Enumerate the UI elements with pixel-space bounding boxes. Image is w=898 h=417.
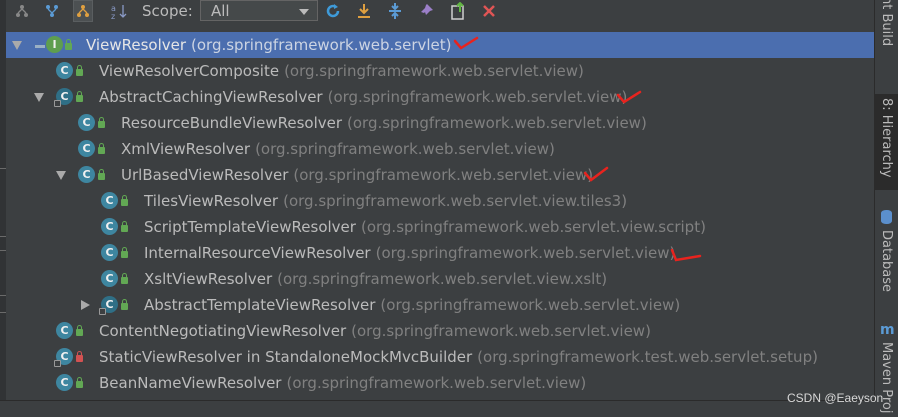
hierarchy-tree: I ViewResolver (org.springframework.web.s… [6,32,874,400]
tree-row-internalresourceviewresolver[interactable]: C InternalResourceViewResolver (org.sprin… [6,240,874,266]
open-in-new-tab-icon[interactable] [448,0,468,22]
close-icon[interactable] [479,0,499,22]
svg-text:z: z [111,12,115,19]
tree-row-tilesviewresolver[interactable]: C TilesViewResolver (org.springframework.… [6,188,874,214]
class-icon: C [56,322,73,339]
export-icon[interactable] [354,0,374,22]
public-access-icon [98,117,105,128]
tree-row-label: ViewResolver (org.springframework.web.ser… [86,36,452,54]
abstract-class-icon: C [99,296,118,315]
sort-alphabetically-icon[interactable]: az [109,0,129,22]
public-access-icon [121,195,128,206]
tree-row-label: InternalResourceViewResolver (org.springf… [144,244,676,262]
static-class-icon: C [54,348,73,367]
public-access-icon [76,325,83,336]
expand-arrow-icon[interactable] [34,93,44,102]
tree-row-xsltviewresolver[interactable]: C XsltViewResolver (org.springframework.w… [6,266,874,292]
tree-row-label: TilesViewResolver (org.springframework.we… [144,192,628,210]
refresh-icon[interactable] [323,0,343,22]
red-checkmark-annotation [583,166,609,182]
class-icon: C [56,62,73,79]
class-icon: C [101,192,118,209]
subtypes-hierarchy-icon[interactable] [73,0,93,22]
public-access-icon [121,299,128,310]
class-icon: C [101,270,118,287]
supertypes-hierarchy-icon[interactable] [12,0,32,22]
public-access-icon [65,39,72,50]
tree-row-label: BeanNameViewResolver (org.springframework… [99,374,587,392]
tree-row-label: StaticViewResolver in StandaloneMockMvcB… [99,348,818,366]
tree-row-label: AbstractCachingViewResolver (org.springfr… [99,88,628,106]
private-access-icon [76,351,83,362]
public-access-icon [98,169,105,180]
hierarchy-toolbar: az Scope: All [6,0,874,23]
class-icon: C [78,140,95,157]
tree-row-label: XmlViewResolver (org.springframework.web.… [121,140,555,158]
right-tool-window-bar: nt Build 8: Hierarchy Database m Maven P… [874,0,898,416]
public-access-icon [76,377,83,388]
public-access-icon [121,247,128,258]
expand-arrow-icon[interactable] [56,171,66,180]
expand-arrow-icon[interactable] [12,41,22,50]
scope-label: Scope: [142,2,193,20]
scope-select[interactable]: All [200,0,318,21]
tree-row-label: XsltViewResolver (org.springframework.web… [144,270,608,288]
tool-window-database[interactable]: Database [879,230,894,292]
abstract-class-icon: C [54,88,73,107]
class-icon: C [101,218,118,235]
tree-row-viewresolver[interactable]: I ViewResolver (org.springframework.web.s… [6,32,874,58]
tree-row-label: ViewResolverComposite (org.springframewor… [99,62,584,80]
maven-icon: m [880,322,895,338]
expand-all-icon[interactable] [385,0,405,22]
tree-row-abstracttemplateviewresolver[interactable]: C AbstractTemplateViewResolver (org.sprin… [6,292,874,318]
bottom-bar [0,400,875,417]
red-checkmark-annotation [616,90,642,104]
pin-icon[interactable] [416,0,436,22]
tool-window-hierarchy-tab[interactable]: 8: Hierarchy [875,94,898,190]
chevron-down-icon [299,9,309,15]
watermark: CSDN @Eaeyson [787,391,884,405]
tree-row-label: ResourceBundleViewResolver (org.springfra… [121,114,647,132]
tree-row-scripttemplateviewresolver[interactable]: C ScriptTemplateViewResolver (org.springf… [6,214,874,240]
public-access-icon [121,273,128,284]
tree-row-label: AbstractTemplateViewResolver (org.springf… [144,296,681,314]
class-icon: C [101,244,118,261]
tree-row-resourcebundleviewresolver[interactable]: C ResourceBundleViewResolver (org.springf… [6,110,874,136]
tree-row-xmlviewresolver[interactable]: C XmlViewResolver (org.springframework.we… [6,136,874,162]
tree-row-label: ScriptTemplateViewResolver (org.springfra… [144,218,706,236]
public-access-icon [76,65,83,76]
tree-row-viewresolvercomposite[interactable]: C ViewResolverComposite (org.springframew… [6,58,874,84]
tree-row-abstractcachingviewresolver[interactable]: C AbstractCachingViewResolver (org.spring… [6,84,874,110]
base-marker-icon [35,45,45,48]
public-access-icon [121,221,128,232]
collapsed-arrow-icon[interactable] [81,300,90,310]
public-access-icon [98,143,105,154]
tool-window-hierarchy: 8: Hierarchy [879,98,894,178]
tree-row-label: ContentNegotiatingViewResolver (org.sprin… [99,322,651,340]
tree-row-urlbasedviewresolver[interactable]: C UrlBasedViewResolver (org.springframewo… [6,162,874,188]
red-checkmark-annotation [453,36,479,50]
class-icon: C [56,374,73,391]
tool-window-build[interactable]: nt Build [879,0,894,46]
tree-row-beannameviewresolver[interactable]: C BeanNameViewResolver (org.springframewo… [6,370,874,396]
interface-icon: I [46,36,63,53]
tree-row-label: UrlBasedViewResolver (org.springframework… [121,166,594,184]
class-icon: C [78,114,95,131]
class-icon: C [78,166,95,183]
database-icon [881,210,892,224]
tree-row-staticviewresolver[interactable]: C StaticViewResolver in StandaloneMockMv… [6,344,874,370]
class-hierarchy-icon[interactable] [42,0,62,22]
red-checkmark-annotation [670,248,702,262]
tree-row-contentnegotiatingviewresolver[interactable]: C ContentNegotiatingViewResolver (org.spr… [6,318,874,344]
scope-value: All [211,2,230,20]
public-access-icon [76,91,83,102]
